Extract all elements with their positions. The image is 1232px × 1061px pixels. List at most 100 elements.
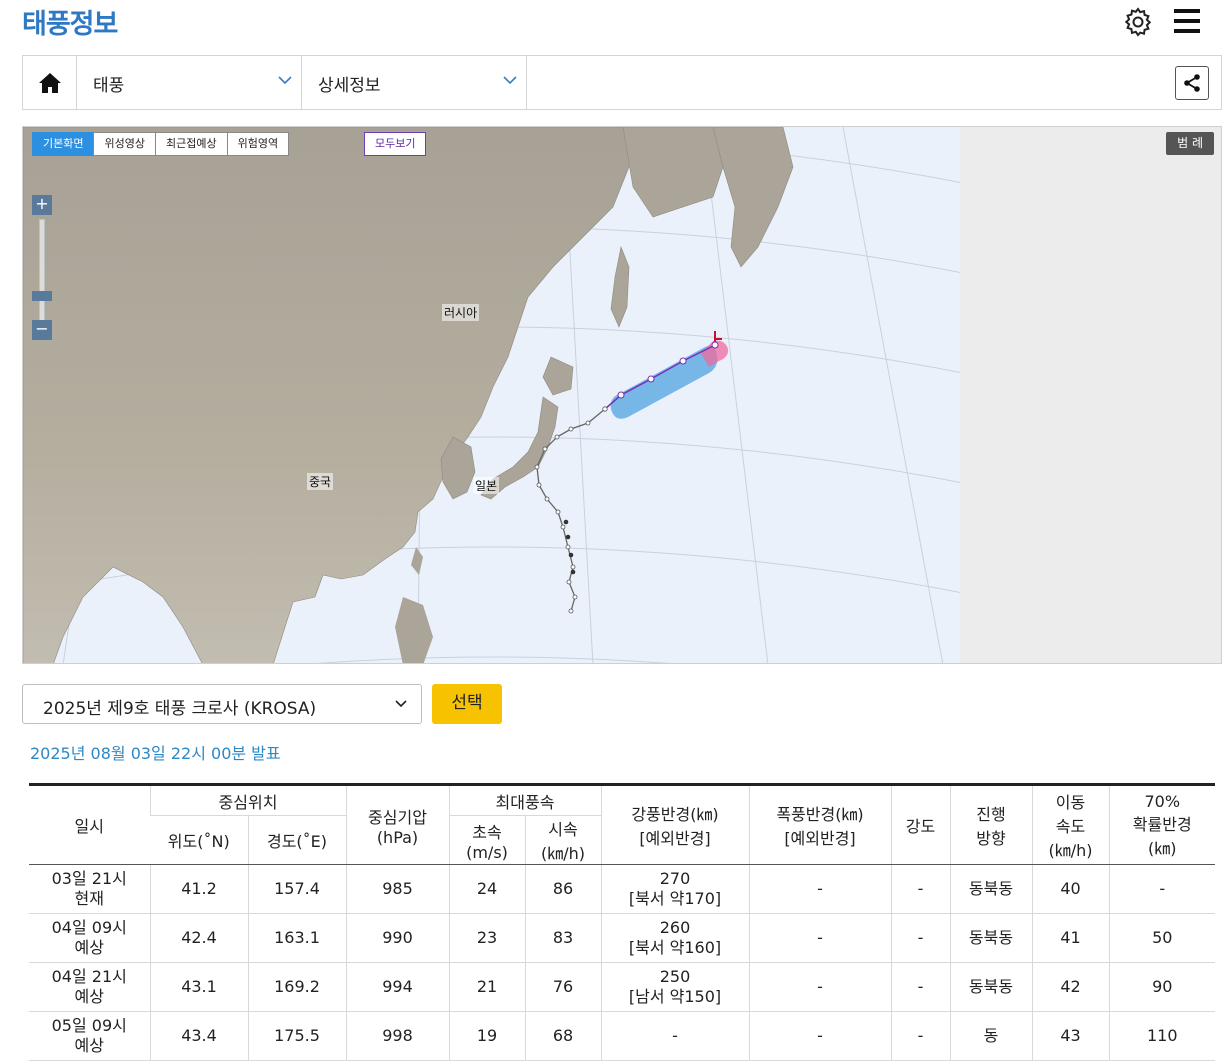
cell-lat: 43.1 [149,962,248,1012]
map-canvas [23,127,1221,663]
header-lat: 위도(˚N) [150,815,248,865]
cell-kmh: 83 [524,913,601,963]
cell-direction: 동북동 [949,913,1032,963]
header-ms: 초속 (m/s) [448,815,525,865]
header-storm-radius: 폭풍반경(㎞) [예외반경] [748,783,891,865]
share-icon [1184,74,1200,92]
cell-lon: 157.4 [247,864,346,914]
cell-probability-radius: - [1108,864,1215,914]
page-title: 태풍정보 [22,9,118,40]
cell-intensity: - [890,913,950,963]
home-icon [38,72,61,93]
cell-intensity: - [890,962,950,1012]
track-point[interactable] [679,357,687,365]
cell-time: 04일 09시 예상 [29,913,150,963]
cell-kmh: 86 [524,864,601,914]
map-label-china: 중국 [307,473,334,490]
cell-lon: 169.2 [247,962,346,1012]
header-pressure: 중심기압 (hPa) [345,783,449,865]
typhoon-map[interactable]: 기본화면 위성영상 최근접예상 위험영역 모두보기 범 례 + − 러시아 중국… [22,126,1222,664]
cell-lat: 41.2 [149,864,248,914]
cell-speed: 40 [1031,864,1109,914]
header-probability-radius: 70% 확률반경 (㎞) [1108,783,1215,865]
cell-time: 04일 21시 예상 [29,962,150,1012]
cell-gale-radius: 250 [남서 약150] [600,962,749,1012]
share-button[interactable] [1175,66,1209,100]
header-center: 중심위치 [149,783,346,816]
cell-gale-radius: 260 [북서 약160] [600,913,749,963]
cell-storm-radius: - [748,1011,891,1061]
chevron-down-icon [278,76,292,85]
typhoon-select-value: 2025년 제9호 태풍 크로사 (KROSA) [43,699,317,719]
zoom-out-button[interactable]: − [32,320,52,340]
cell-ms: 21 [448,962,525,1012]
cell-lat: 43.4 [149,1011,248,1061]
cell-time: 05일 09시 예상 [29,1011,150,1061]
cell-probability-radius: 50 [1108,913,1215,963]
chevron-down-icon [503,76,517,85]
typhoon-forecast-table: 일시 중심위치 중심기압 (hPa) 최대풍속 강풍반경(㎞) [예외반경] 폭풍반… [29,783,1215,1061]
category-select[interactable]: 태풍 [78,56,302,109]
header-intensity: 강도 [890,783,950,865]
header-gale-radius: 강풍반경(㎞) [예외반경] [600,783,749,865]
header-direction: 진행 방향 [949,783,1032,865]
map-view-tabs: 기본화면 위성영상 최근접예상 위험영역 [32,132,290,156]
hamburger-menu-icon[interactable] [1172,6,1202,36]
chevron-down-icon [395,700,407,708]
cell-intensity: - [890,1011,950,1061]
cell-probability-radius: 110 [1108,1011,1215,1061]
table-row: 04일 21시 예상 43.1 169.2 994 21 76 250 [남서 약150] - - 동… [29,962,1215,1012]
cell-pressure: 985 [345,864,449,914]
cell-pressure: 994 [345,962,449,1012]
map-label-japan: 일본 [473,477,500,494]
tab-closest-approach[interactable]: 최근접예상 [154,132,228,156]
cell-kmh: 68 [524,1011,601,1061]
cell-storm-radius: - [748,864,891,914]
table-row: 04일 09시 예상 42.4 163.1 990 23 83 260 [북서 약160] - - 동… [29,913,1215,963]
zoom-in-button[interactable]: + [32,195,52,215]
cell-direction: 동북동 [949,962,1032,1012]
select-button[interactable]: 선택 [432,684,502,724]
cell-storm-radius: - [748,962,891,1012]
map-label-russia: 러시아 [442,304,480,321]
table-row: 03일 21시 현재 41.2 157.4 985 24 86 270 [북서 약170] - - 동… [29,864,1215,914]
cell-direction: 동북동 [949,864,1032,914]
cell-lat: 42.4 [149,913,248,963]
header-maxwind: 최대풍속 [448,783,601,816]
legend-button[interactable]: 범 례 [1166,132,1214,155]
cell-speed: 42 [1031,962,1109,1012]
cell-speed: 43 [1031,1011,1109,1061]
cell-storm-radius: - [748,913,891,963]
track-point[interactable] [711,341,719,349]
cell-lon: 175.5 [247,1011,346,1061]
cell-ms: 19 [448,1011,525,1061]
cell-direction: 동 [949,1011,1032,1061]
cell-speed: 41 [1031,913,1109,963]
cell-lon: 163.1 [247,913,346,963]
view-all-button[interactable]: 모두보기 [364,132,427,156]
cell-pressure: 990 [345,913,449,963]
typhoon-select[interactable]: 2025년 제9호 태풍 크로사 (KROSA) [22,684,422,724]
cell-ms: 23 [448,913,525,963]
tab-satellite[interactable]: 위성영상 [93,132,156,156]
detail-select[interactable]: 상세정보 [303,56,527,109]
track-point[interactable] [647,375,655,383]
tab-danger-zone[interactable]: 위험영역 [226,132,290,156]
track-point[interactable] [617,391,625,399]
tab-basic-view[interactable]: 기본화면 [32,132,95,156]
home-button[interactable] [23,56,77,109]
cell-time: 03일 21시 현재 [29,864,150,914]
header-kmh: 시속 (㎞/h) [524,815,601,865]
cell-kmh: 76 [524,962,601,1012]
zoom-slider-track[interactable] [39,219,45,325]
header-lon: 경도(˚E) [247,815,346,865]
header-speed: 이동 속도 (㎞/h) [1031,783,1109,865]
gear-icon[interactable] [1122,6,1154,38]
issued-time: 2025년 08월 03일 22시 00분 발표 [30,744,281,763]
nav-bar: 태풍 상세정보 [22,55,1222,110]
zoom-slider-handle[interactable] [32,291,52,301]
detail-select-label: 상세정보 [318,76,381,96]
legend-panel-area [960,127,1221,663]
cell-ms: 24 [448,864,525,914]
cell-pressure: 998 [345,1011,449,1061]
